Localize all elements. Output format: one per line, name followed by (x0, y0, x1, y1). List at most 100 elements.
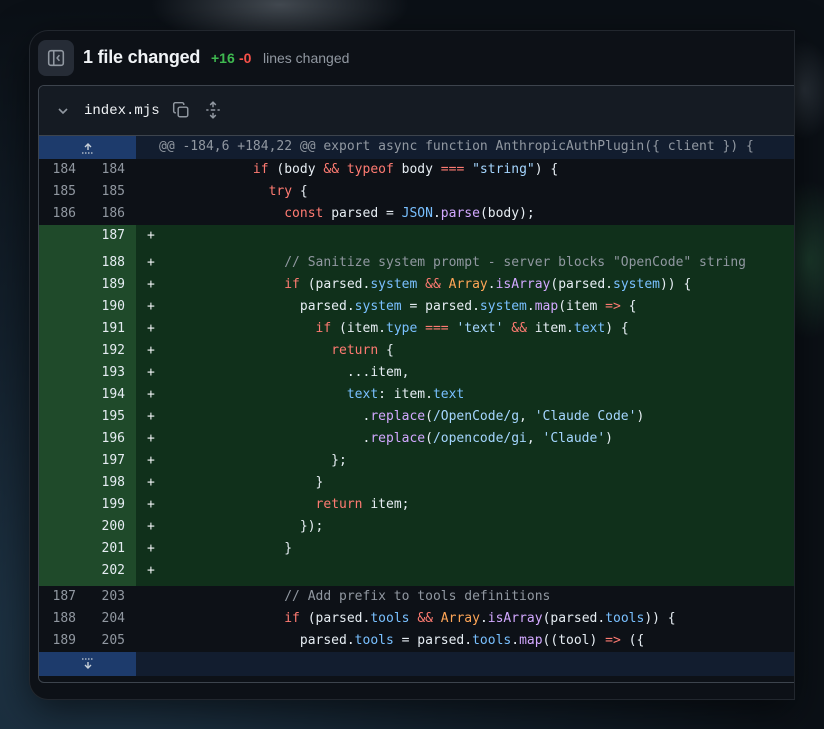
new-line-number[interactable]: 199 (95, 497, 125, 512)
hunk-header-row: @@ -184,6 +184,22 @@ export async functi… (39, 136, 794, 159)
added-line-row: 190 + parsed.system = parsed.system.map(i… (39, 296, 794, 318)
code-token: system (354, 299, 402, 314)
new-line-number[interactable]: 196 (95, 431, 125, 446)
line-number-gutter: 199 (39, 494, 136, 516)
new-line-number[interactable]: 194 (95, 387, 125, 402)
old-line-number[interactable]: 184 (46, 162, 76, 177)
code-token: return (315, 497, 363, 512)
context-line-row: 188 204 if (parsed.tools && Array.isArray… (39, 608, 794, 630)
line-number-gutter: 198 (39, 472, 136, 494)
unfold-icon[interactable] (204, 101, 222, 119)
line-number-gutter: 194 (39, 384, 136, 406)
added-line-marker: + (147, 299, 155, 314)
added-line-marker: + (147, 321, 155, 336)
line-number-gutter: 201 (39, 538, 136, 560)
code-token: . (159, 409, 371, 424)
new-line-number[interactable]: 195 (95, 409, 125, 424)
added-line-row: 195 + .replace(/OpenCode/g, 'Claude Code'… (39, 406, 794, 428)
line-number-gutter: 195 (39, 406, 136, 428)
code-token: type (386, 321, 418, 336)
code-token: , (519, 409, 535, 424)
new-line-number[interactable]: 190 (95, 299, 125, 314)
new-line-number[interactable]: 187 (95, 228, 125, 243)
new-line-number[interactable]: 204 (95, 611, 125, 626)
new-line-number[interactable]: 203 (95, 589, 125, 604)
old-line-number[interactable]: 187 (46, 589, 76, 604)
old-line-number[interactable]: 185 (46, 184, 76, 199)
old-line-number[interactable]: 186 (46, 206, 76, 221)
sidebar-toggle-button[interactable] (38, 40, 74, 76)
new-line-number[interactable]: 188 (95, 255, 125, 270)
code-token: . (487, 277, 496, 292)
code-token: const (284, 206, 324, 221)
new-line-number[interactable]: 191 (95, 321, 125, 336)
code-token: ({ (620, 633, 645, 648)
new-line-number[interactable]: 202 (95, 563, 125, 578)
code-line: // Sanitize system prompt - server block… (159, 255, 746, 270)
code-token: )) { (644, 611, 676, 626)
code-token: && (511, 321, 527, 336)
code-token: ((tool) (542, 633, 606, 648)
diff-summary-bar: 1 file changed +16 -0 lines changed (30, 31, 794, 87)
new-line-number[interactable]: 197 (95, 453, 125, 468)
code-token: ) (636, 409, 645, 424)
code-token: body (393, 162, 441, 177)
new-line-number[interactable]: 193 (95, 365, 125, 380)
copy-icon[interactable] (172, 101, 190, 119)
old-line-number[interactable]: 189 (46, 633, 76, 648)
diff-panel: 1 file changed +16 -0 lines changed inde… (30, 31, 794, 699)
line-number-gutter: 188 204 (39, 608, 136, 630)
code-token: Array (448, 277, 488, 292)
context-line-row: 187 203 // Add prefix to tools definition… (39, 586, 794, 608)
new-line-number[interactable]: 184 (95, 162, 125, 177)
code-token: map (534, 299, 559, 314)
line-number-gutter: 197 (39, 450, 136, 472)
code-token: return (331, 343, 379, 358)
code-token: parse (440, 206, 480, 221)
code-token: ) { (534, 162, 559, 177)
added-line-marker: + (147, 541, 155, 556)
added-line-row: 189 + if (parsed.system && Array.isArray(… (39, 274, 794, 296)
added-line-row: 201 + } (39, 538, 794, 560)
code-line: parsed.tools = parsed.tools.map((tool) =… (159, 633, 644, 648)
expand-up-button[interactable] (39, 136, 136, 159)
code-token: replace (370, 431, 426, 446)
new-line-number[interactable]: 205 (95, 633, 125, 648)
deletions-count: -0 (239, 50, 252, 66)
new-line-number[interactable]: 200 (95, 519, 125, 534)
old-line-number[interactable]: 188 (46, 611, 76, 626)
code-token: item. (526, 321, 574, 336)
added-line-row: 198 + } (39, 472, 794, 494)
chevron-down-icon[interactable] (55, 103, 71, 119)
line-number-gutter: 188 (39, 252, 136, 274)
new-line-number[interactable]: 189 (95, 277, 125, 292)
added-line-row: 191 + if (item.type === 'text' && item.te… (39, 318, 794, 340)
file-diff-card: index.mjs @@ -184,6 +184,22 @@ export as… (38, 85, 794, 683)
code-token: { (292, 184, 308, 199)
new-line-number[interactable]: 185 (95, 184, 125, 199)
expand-down-button[interactable] (39, 652, 136, 676)
new-line-number[interactable]: 192 (95, 343, 125, 358)
line-number-gutter: 185 185 (39, 181, 136, 203)
new-line-number[interactable]: 186 (95, 206, 125, 221)
code-token: (parsed. (542, 611, 606, 626)
code-token: }); (159, 519, 324, 534)
new-line-number[interactable]: 198 (95, 475, 125, 490)
code-token: if (284, 611, 300, 626)
code-token: => (605, 299, 621, 314)
code-token: (body); (479, 206, 535, 221)
added-line-marker: + (147, 277, 155, 292)
code-token: } (159, 541, 293, 556)
new-line-number[interactable]: 201 (95, 541, 125, 556)
code-token: Array (440, 611, 480, 626)
code-token: parsed. (159, 633, 355, 648)
code-token: typeof (346, 162, 394, 177)
code-token: (body (268, 162, 324, 177)
code-line: if (body && typeof body === "string") { (159, 162, 558, 177)
code-token: system (370, 277, 418, 292)
code-token: isArray (487, 611, 543, 626)
file-name[interactable]: index.mjs (84, 103, 160, 119)
